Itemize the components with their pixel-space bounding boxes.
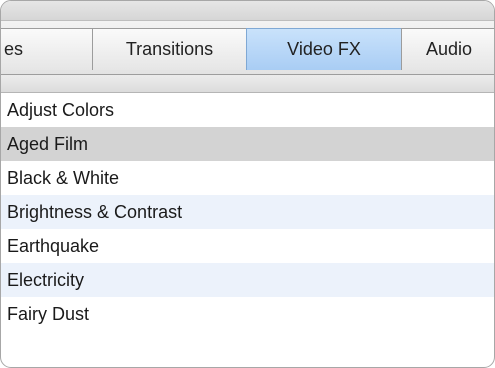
list-item-adjust-colors[interactable]: Adjust Colors <box>1 93 494 127</box>
list-item-aged-film[interactable]: Aged Film <box>1 127 494 161</box>
tab-transitions[interactable]: Transitions <box>92 28 247 70</box>
panel-title-bar <box>1 1 494 21</box>
effects-panel: es Transitions Video FX Audio Adjust Col… <box>0 0 495 368</box>
tab-audio[interactable]: Audio <box>401 28 494 70</box>
tab-bar: es Transitions Video FX Audio <box>1 21 494 75</box>
tab-titles[interactable]: es <box>1 28 93 70</box>
list-item-black-white[interactable]: Black & White <box>1 161 494 195</box>
list-item-electricity[interactable]: Electricity <box>1 263 494 297</box>
list-item-earthquake[interactable]: Earthquake <box>1 229 494 263</box>
effects-list: Adjust Colors Aged Film Black & White Br… <box>1 93 494 367</box>
list-item-fairy-dust[interactable]: Fairy Dust <box>1 297 494 331</box>
list-header-bar <box>1 75 494 93</box>
tab-video-fx[interactable]: Video FX <box>246 28 402 70</box>
list-item-brightness-contrast[interactable]: Brightness & Contrast <box>1 195 494 229</box>
